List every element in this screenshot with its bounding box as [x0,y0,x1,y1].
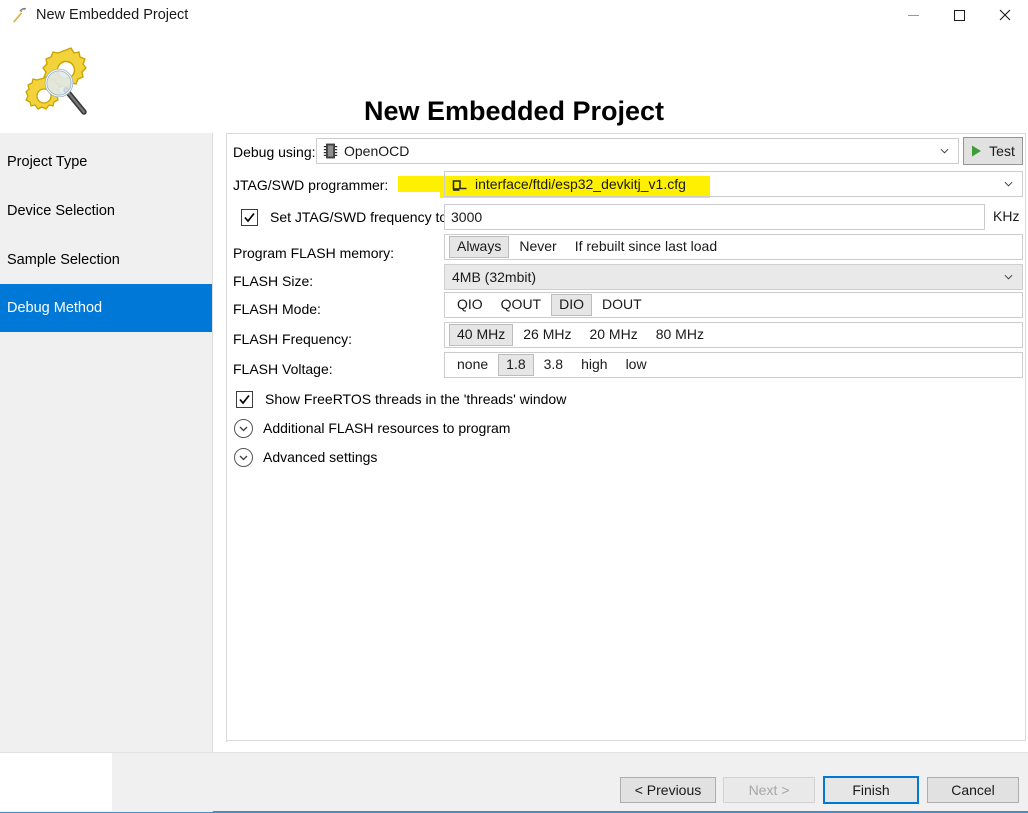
program-flash-segmented[interactable]: Always Never If rebuilt since last load [444,234,1023,260]
frequency-unit-label: KHz [993,208,1020,224]
advanced-settings-expander[interactable]: Advanced settings [234,444,377,470]
sidebar-item-sample-selection[interactable]: Sample Selection [0,236,212,284]
new-embedded-project-window: New Embedded Project New Embedded Projec… [0,0,1028,813]
finish-button-label: Finish [852,782,890,798]
sidebar-item-debug-method[interactable]: Debug Method [0,284,212,332]
previous-button[interactable]: < Previous [620,777,716,803]
frequency-checkbox[interactable] [241,208,258,226]
sidebar-item-label: Sample Selection [7,252,120,268]
debug-using-row: Debug using: [233,139,316,165]
maximize-button[interactable] [936,0,982,30]
flash-frequency-option-20mhz[interactable]: 20 MHz [581,324,645,346]
sidebar-item-project-type[interactable]: Project Type [0,138,212,186]
flash-voltage-label: FLASH Voltage: [233,361,333,377]
flash-frequency-option-80mhz[interactable]: 80 MHz [648,324,712,346]
program-flash-row: Program FLASH memory: [233,240,394,266]
finish-button[interactable]: Finish [823,776,919,804]
maximize-icon [953,9,965,21]
debug-using-value: OpenOCD [344,143,410,159]
window-titlebar: New Embedded Project [0,0,1028,30]
flash-size-row: FLASH Size: [233,268,313,294]
program-flash-label: Program FLASH memory: [233,245,395,261]
test-button[interactable]: Test [963,137,1023,165]
program-flash-option-always[interactable]: Always [449,236,510,258]
chip-icon [323,143,338,159]
flash-voltage-segmented[interactable]: none 1.8 3.8 high low [444,352,1023,378]
play-icon [972,145,982,157]
program-flash-option-if-rebuilt[interactable]: If rebuilt since last load [567,236,725,258]
flash-voltage-option-none[interactable]: none [449,354,496,376]
flash-voltage-option-1-8[interactable]: 1.8 [498,354,534,376]
program-flash-option-never[interactable]: Never [511,236,564,258]
previous-button-label: < Previous [634,782,702,798]
flash-voltage-option-high[interactable]: high [573,354,615,376]
frequency-input[interactable] [444,204,985,230]
flash-frequency-option-40mhz[interactable]: 40 MHz [449,324,514,346]
flash-voltage-option-low[interactable]: low [618,354,655,376]
page-title: New Embedded Project [363,96,665,126]
flash-voltage-option-3-8[interactable]: 3.8 [536,354,571,376]
check-icon [244,212,255,222]
programmer-dropdown[interactable]: interface/ftdi/esp32_devkitj_v1.cfg [444,171,1023,197]
freertos-row[interactable]: Show FreeRTOS threads in the 'threads' w… [236,386,566,412]
flash-mode-option-dio[interactable]: DIO [551,294,593,316]
close-icon [999,9,1011,21]
frequency-row: Set JTAG/SWD frequency to: [241,204,451,230]
wizard-sidebar: Project Type Device Selection Sample Sel… [0,133,213,812]
flash-size-label: FLASH Size: [233,273,314,289]
chevron-down-icon [1004,181,1013,187]
cancel-button-label: Cancel [951,782,995,798]
page-header: New Embedded Project [0,30,1028,133]
debug-using-label: Debug using: [233,144,316,160]
window-controls [890,0,1028,30]
sidebar-item-label: Debug Method [7,300,103,316]
programmer-label: JTAG/SWD programmer: [233,177,389,193]
next-button: Next > [723,777,815,803]
flash-frequency-label: FLASH Frequency: [233,331,353,347]
minimize-button[interactable] [890,0,936,30]
programmer-row: JTAG/SWD programmer: [233,172,388,198]
chevron-down-circle-icon[interactable] [234,418,253,438]
additional-flash-resources-label: Additional FLASH resources to program [263,420,511,436]
flash-frequency-row: FLASH Frequency: [233,326,352,352]
pulse-signal-icon [452,177,468,192]
window-title: New Embedded Project [36,7,189,23]
flash-mode-option-dout[interactable]: DOUT [594,294,650,316]
sidebar-item-device-selection[interactable]: Device Selection [0,187,212,235]
flash-frequency-option-26mhz[interactable]: 26 MHz [515,324,579,346]
flash-mode-segmented[interactable]: QIO QOUT DIO DOUT [444,292,1023,318]
sidebar-item-label: Project Type [7,154,88,170]
flash-voltage-row: FLASH Voltage: [233,356,333,382]
flash-mode-option-qout[interactable]: QOUT [493,294,549,316]
sidebar-item-label: Device Selection [7,203,115,219]
freertos-checkbox[interactable] [236,390,253,408]
flash-mode-label: FLASH Mode: [233,301,321,317]
close-button[interactable] [982,0,1028,30]
additional-flash-resources-expander[interactable]: Additional FLASH resources to program [234,415,510,441]
test-button-label: Test [989,143,1015,159]
flash-mode-option-qio[interactable]: QIO [449,294,491,316]
chevron-down-icon [940,148,949,154]
frequency-label: Set JTAG/SWD frequency to: [270,209,452,225]
minimize-icon [907,14,919,16]
chevron-down-icon [1004,274,1013,280]
programmer-value: interface/ftdi/esp32_devkitj_v1.cfg [475,176,686,192]
hammer-icon [10,6,28,24]
freertos-label: Show FreeRTOS threads in the 'threads' w… [265,391,567,407]
advanced-settings-label: Advanced settings [263,449,378,465]
flash-size-dropdown[interactable]: 4MB (32mbit) [444,264,1023,290]
cancel-button[interactable]: Cancel [927,777,1019,803]
flash-size-value: 4MB (32mbit) [452,269,537,285]
chevron-down-circle-icon[interactable] [234,447,253,467]
footer-left-spacer [0,753,112,811]
flash-frequency-segmented[interactable]: 40 MHz 26 MHz 20 MHz 80 MHz [444,322,1023,348]
next-button-label: Next > [748,782,790,798]
flash-mode-row: FLASH Mode: [233,296,321,322]
check-icon [239,394,250,404]
debug-using-dropdown[interactable]: OpenOCD [316,138,959,164]
